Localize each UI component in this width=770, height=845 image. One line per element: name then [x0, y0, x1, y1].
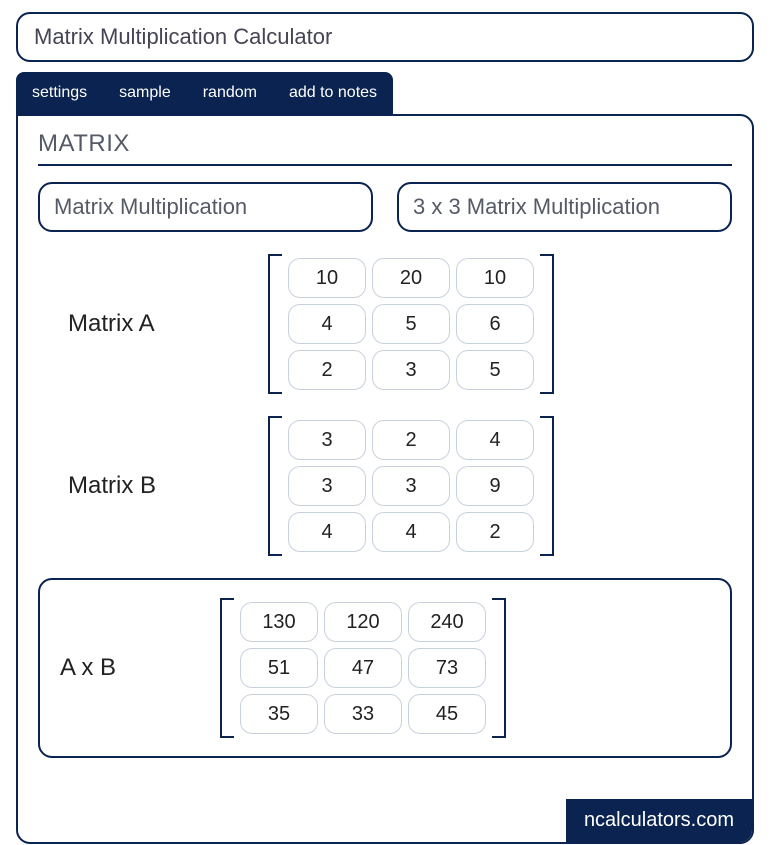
matrix-b-row: Matrix B 3 2 4 3 3 9 4 4 2	[68, 412, 692, 560]
mode-3x3-multiplication[interactable]: 3 x 3 Matrix Multiplication	[397, 182, 732, 232]
mode-matrix-multiplication[interactable]: Matrix Multiplication	[38, 182, 373, 232]
result-cell: 240	[408, 602, 486, 642]
result-cell: 33	[324, 694, 402, 734]
result-cell: 120	[324, 602, 402, 642]
result-cell: 45	[408, 694, 486, 734]
matrix-a-cell[interactable]: 10	[288, 258, 366, 298]
matrix-a-label: Matrix A	[68, 310, 268, 338]
mode-row: Matrix Multiplication 3 x 3 Matrix Multi…	[38, 182, 732, 232]
page-title: Matrix Multiplication Calculator	[16, 12, 754, 62]
bracket-left-icon	[220, 598, 234, 738]
bracket-right-icon	[540, 254, 554, 394]
result-cell: 51	[240, 648, 318, 688]
matrix-a: 10 20 10 4 5 6 2 3 5	[268, 250, 554, 398]
matrix-a-cell[interactable]: 5	[372, 304, 450, 344]
result-box: A x B 130 120 240 51 47 73 35 33 45	[38, 578, 732, 758]
matrix-b-cell[interactable]: 2	[456, 512, 534, 552]
result-matrix: 130 120 240 51 47 73 35 33 45	[220, 594, 506, 742]
tab-sample[interactable]: sample	[103, 72, 187, 114]
matrix-b-label: Matrix B	[68, 472, 268, 500]
result-cell: 35	[240, 694, 318, 734]
bracket-left-icon	[268, 254, 282, 394]
tab-settings[interactable]: settings	[16, 72, 103, 114]
matrix-b-cell[interactable]: 3	[372, 466, 450, 506]
brand-badge[interactable]: ncalculators.com	[566, 799, 752, 842]
matrix-a-cell[interactable]: 10	[456, 258, 534, 298]
matrix-b-cell[interactable]: 3	[288, 466, 366, 506]
tab-bar: settings sample random add to notes	[16, 72, 393, 114]
matrix-b-cell[interactable]: 2	[372, 420, 450, 460]
matrix-a-cell[interactable]: 3	[372, 350, 450, 390]
matrix-b-cell[interactable]: 4	[288, 512, 366, 552]
result-cell: 73	[408, 648, 486, 688]
main-panel: MATRIX Matrix Multiplication 3 x 3 Matri…	[16, 114, 754, 844]
matrix-b-cell[interactable]: 4	[372, 512, 450, 552]
section-title: MATRIX	[38, 130, 732, 166]
matrix-b: 3 2 4 3 3 9 4 4 2	[268, 412, 554, 560]
matrix-a-cell[interactable]: 20	[372, 258, 450, 298]
matrix-a-cell[interactable]: 6	[456, 304, 534, 344]
matrix-a-cell[interactable]: 4	[288, 304, 366, 344]
result-cell: 130	[240, 602, 318, 642]
matrix-b-cell[interactable]: 3	[288, 420, 366, 460]
tab-random[interactable]: random	[187, 72, 273, 114]
matrix-a-cell[interactable]: 2	[288, 350, 366, 390]
matrix-b-cell[interactable]: 9	[456, 466, 534, 506]
bracket-left-icon	[268, 416, 282, 556]
matrix-a-cell[interactable]: 5	[456, 350, 534, 390]
result-label: A x B	[60, 654, 220, 682]
tab-add-to-notes[interactable]: add to notes	[273, 72, 393, 114]
matrix-a-row: Matrix A 10 20 10 4 5 6 2 3 5	[68, 250, 692, 398]
bracket-right-icon	[540, 416, 554, 556]
result-cell: 47	[324, 648, 402, 688]
matrix-b-cell[interactable]: 4	[456, 420, 534, 460]
bracket-right-icon	[492, 598, 506, 738]
